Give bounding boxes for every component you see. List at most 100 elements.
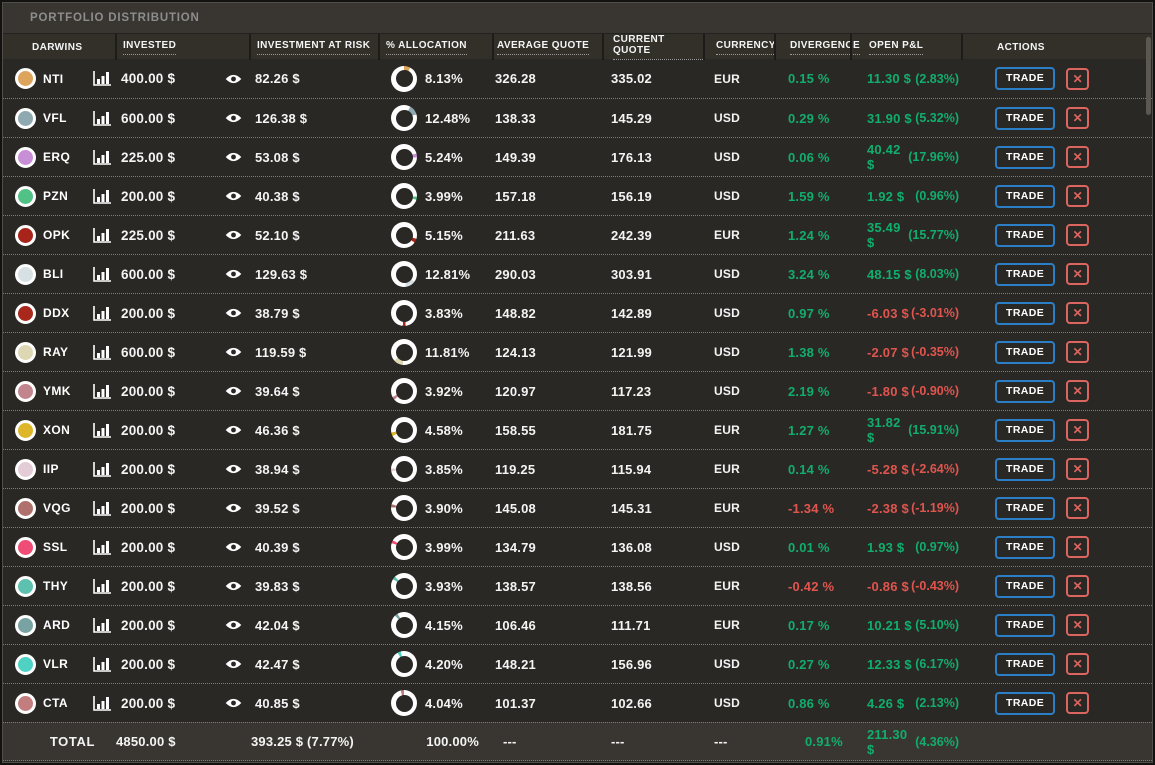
visibility-eye-icon[interactable] [225,307,242,319]
trade-button[interactable]: TRADE [995,184,1056,208]
bar-chart-icon[interactable] [92,500,112,517]
remove-button[interactable]: ✕ [1066,263,1090,285]
allocation-donut-chart [391,105,417,131]
darwin-name: SSL [43,540,68,554]
remove-button[interactable]: ✕ [1066,458,1090,480]
trade-button[interactable]: TRADE [995,535,1056,559]
visibility-eye-icon[interactable] [225,346,242,358]
bar-chart-icon[interactable] [92,578,112,595]
remove-button[interactable]: ✕ [1066,67,1090,90]
column-header-investment-at-risk[interactable]: INVESTMENT AT RISK [249,34,378,60]
allocation-cell: 4.15% [378,606,492,644]
remove-button[interactable]: ✕ [1066,575,1090,597]
divergence-cell: 0.27 % [774,645,850,683]
trade-button[interactable]: TRADE [995,262,1056,286]
close-icon: ✕ [1072,579,1083,593]
scrollbar-thumb[interactable] [1146,37,1151,115]
currency-value: EUR [714,579,740,593]
remove-button[interactable]: ✕ [1066,302,1090,324]
currency-cell: USD [703,684,774,722]
darwin-cell: ERQ [3,138,115,176]
currency-cell: EUR [703,411,774,449]
pnl-value: -0.86 $ [867,578,909,594]
trade-button[interactable]: TRADE [995,496,1056,520]
visibility-eye-icon[interactable] [225,697,242,709]
darwin-cell: IIP [3,450,115,488]
trade-button[interactable]: TRADE [995,457,1056,481]
column-header-currency[interactable]: CURRENCY [703,34,776,60]
column-header-average-quote[interactable]: AVERAGE QUOTE [492,34,602,60]
bar-chart-icon[interactable] [92,656,112,673]
trade-button[interactable]: TRADE [995,67,1056,90]
visibility-eye-icon[interactable] [225,463,242,475]
trade-button[interactable]: TRADE [995,106,1056,130]
allocation-cell: 4.58% [378,411,492,449]
current-quote-cell: 303.91 [602,255,703,293]
bar-chart-icon[interactable] [92,266,112,283]
currency-cell: USD [703,255,774,293]
visibility-eye-icon[interactable] [225,268,242,280]
visibility-eye-icon[interactable] [225,73,242,85]
visibility-eye-icon[interactable] [225,619,242,631]
bar-chart-icon[interactable] [92,461,112,478]
trade-button[interactable]: TRADE [995,301,1056,325]
trade-button[interactable]: TRADE [995,691,1056,715]
bar-chart-icon[interactable] [92,539,112,556]
total-current-quote: --- [611,734,625,749]
visibility-eye-icon[interactable] [225,229,242,241]
bar-chart-icon[interactable] [92,110,112,127]
bar-chart-icon[interactable] [92,188,112,205]
total-pnl-percent: (4.36%) [915,734,959,749]
currency-value: EUR [714,71,740,86]
invested-value: 200.00 $ [121,383,176,399]
trade-button[interactable]: TRADE [995,613,1056,637]
visibility-eye-icon[interactable] [225,424,242,436]
column-header-current-quote[interactable]: CURRENT QUOTE [602,34,703,60]
trade-button[interactable]: TRADE [995,223,1056,247]
trade-button[interactable]: TRADE [995,340,1056,364]
bar-chart-icon[interactable] [92,422,112,439]
bar-chart-icon[interactable] [92,227,112,244]
pnl-value: 12.33 $ [867,656,912,672]
remove-button[interactable]: ✕ [1066,146,1090,168]
visibility-eye-icon[interactable] [225,151,242,163]
column-header-divergence[interactable]: DIVERGENCE [774,34,861,60]
column-header-open-pnl[interactable]: OPEN P&L [850,34,961,60]
bar-chart-icon[interactable] [92,305,112,322]
bar-chart-icon[interactable] [92,344,112,361]
remove-button[interactable]: ✕ [1066,653,1090,675]
remove-button[interactable]: ✕ [1066,107,1090,129]
remove-button[interactable]: ✕ [1066,185,1090,207]
visibility-eye-icon[interactable] [225,190,242,202]
bar-chart-icon[interactable] [92,149,112,166]
bar-chart-icon[interactable] [92,70,112,87]
divergence-value: 0.97 % [788,305,830,321]
trade-button[interactable]: TRADE [995,145,1056,169]
trade-button[interactable]: TRADE [995,379,1056,403]
allocation-cell: 3.85% [378,450,492,488]
column-header-allocation[interactable]: % ALLOCATION [378,34,492,60]
visibility-eye-icon[interactable] [225,658,242,670]
remove-button[interactable]: ✕ [1066,224,1090,246]
remove-button[interactable]: ✕ [1066,380,1090,402]
column-header-invested[interactable]: INVESTED [115,34,249,60]
trade-button[interactable]: TRADE [995,652,1056,676]
trade-button[interactable]: TRADE [995,418,1056,442]
visibility-eye-icon[interactable] [225,112,242,124]
bar-chart-icon[interactable] [92,383,112,400]
remove-button[interactable]: ✕ [1066,536,1090,558]
current-quote-value: 181.75 [611,422,652,438]
remove-button[interactable]: ✕ [1066,341,1090,363]
bar-chart-icon[interactable] [92,617,112,634]
remove-button[interactable]: ✕ [1066,497,1090,519]
remove-button[interactable]: ✕ [1066,419,1090,441]
darwin-avatar [15,653,36,675]
visibility-eye-icon[interactable] [225,502,242,514]
remove-button[interactable]: ✕ [1066,614,1090,636]
visibility-eye-icon[interactable] [225,541,242,553]
remove-button[interactable]: ✕ [1066,692,1090,714]
visibility-eye-icon[interactable] [225,580,242,592]
visibility-eye-icon[interactable] [225,385,242,397]
bar-chart-icon[interactable] [92,695,112,712]
trade-button[interactable]: TRADE [995,574,1056,598]
